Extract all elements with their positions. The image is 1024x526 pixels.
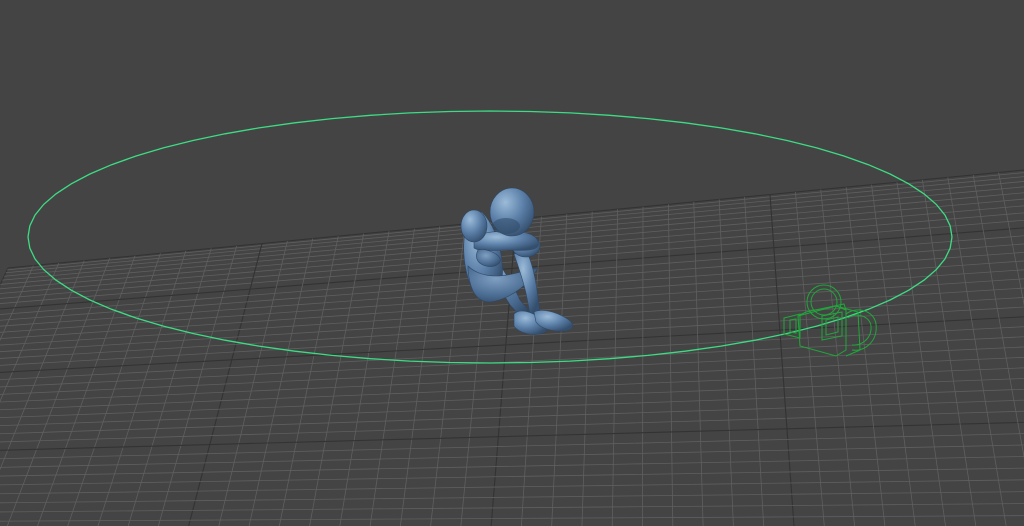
figure-head-shadow [492,218,520,234]
grid-line [642,206,644,526]
figure-shoulder [460,209,488,243]
viewport-3d[interactable] [0,0,1024,526]
viewport-scene[interactable] [0,0,1024,526]
